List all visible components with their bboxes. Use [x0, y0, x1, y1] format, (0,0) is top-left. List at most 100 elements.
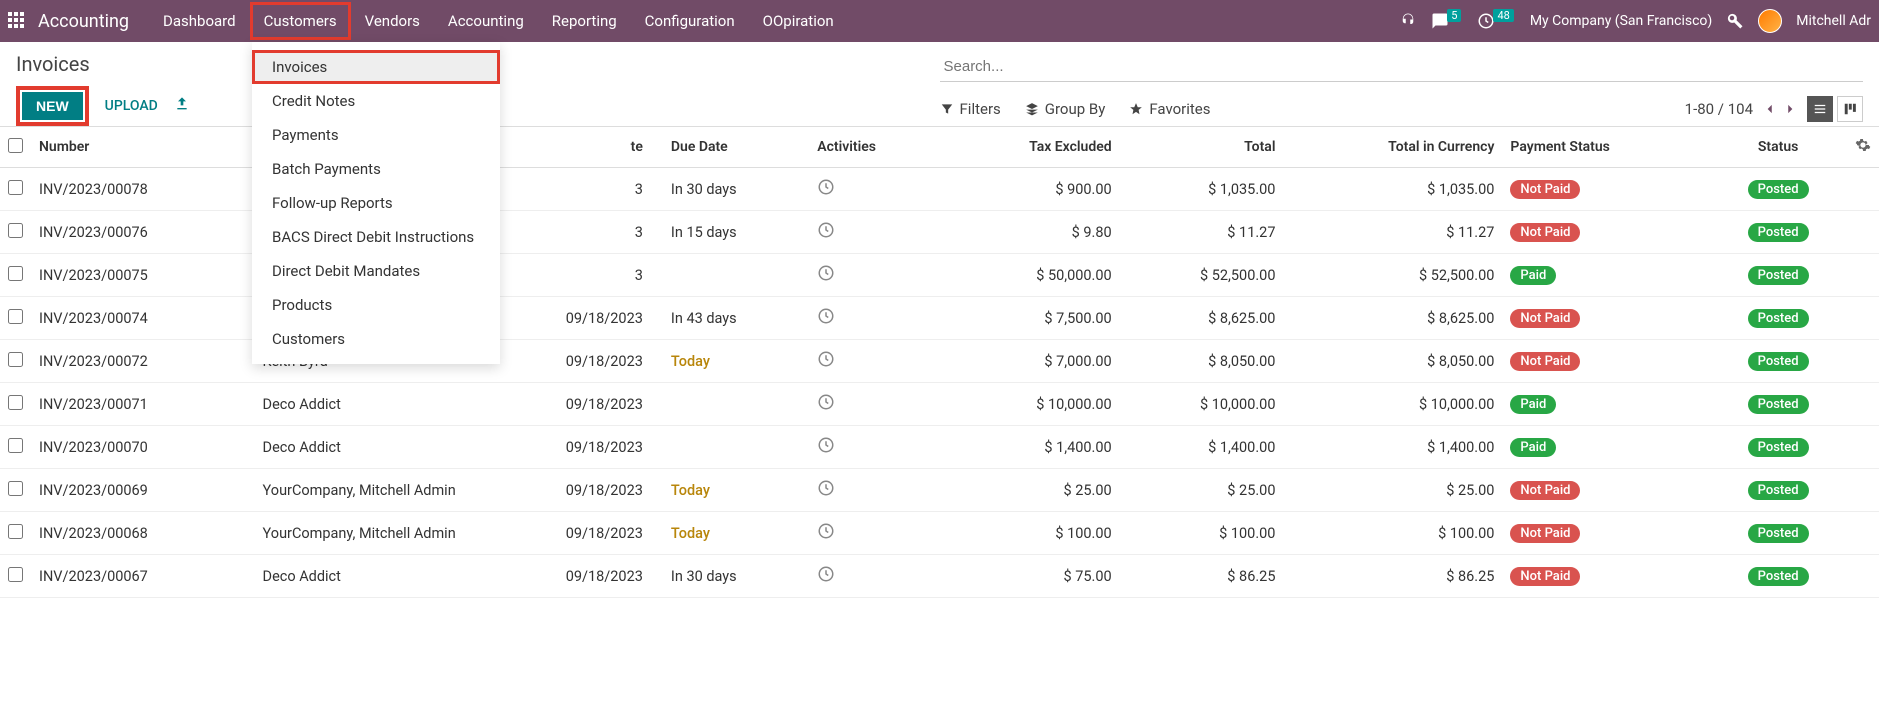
col-tax-excluded[interactable]: Tax Excluded [943, 127, 1120, 168]
col-total[interactable]: Total [1120, 127, 1284, 168]
activity-clock-icon [817, 479, 835, 497]
row-checkbox[interactable] [8, 309, 23, 324]
cell-activities[interactable] [809, 340, 943, 383]
cell-total-currency: $ 8,625.00 [1283, 297, 1502, 340]
cell-customer: Deco Addict [255, 383, 475, 426]
cell-total-currency: $ 52,500.00 [1283, 254, 1502, 297]
list-view-button[interactable] [1807, 96, 1833, 122]
kanban-view-button[interactable] [1837, 96, 1863, 122]
menu-customers[interactable]: Customers [250, 2, 351, 40]
row-checkbox[interactable] [8, 223, 23, 238]
payment-status-badge: Not Paid [1510, 524, 1580, 543]
menu-reporting[interactable]: Reporting [538, 2, 631, 40]
col-due-date[interactable]: Due Date [663, 127, 809, 168]
dropdown-dd-mandates[interactable]: Direct Debit Mandates [252, 254, 500, 288]
row-checkbox[interactable] [8, 524, 23, 539]
cell-status: Posted [1709, 555, 1847, 598]
app-brand[interactable]: Accounting [38, 11, 129, 32]
dropdown-bacs[interactable]: BACS Direct Debit Instructions [252, 220, 500, 254]
table-row[interactable]: INV/2023/00070 Deco Addict 09/18/2023 $ … [0, 426, 1879, 469]
col-invoice-date[interactable]: te [475, 127, 663, 168]
filters-button[interactable]: Filters [940, 100, 1001, 118]
payment-status-badge: Paid [1510, 438, 1556, 457]
payment-status-badge: Not Paid [1510, 309, 1580, 328]
company-selector[interactable]: My Company (San Francisco) [1530, 13, 1712, 29]
cell-activities[interactable] [809, 168, 943, 211]
activities-button[interactable]: 48 [1477, 12, 1515, 30]
payment-status-badge: Not Paid [1510, 180, 1580, 199]
favorites-button[interactable]: Favorites [1129, 100, 1210, 118]
payment-status-badge: Not Paid [1510, 567, 1580, 586]
status-badge: Posted [1748, 524, 1809, 543]
menu-configuration[interactable]: Configuration [631, 2, 749, 40]
filters-label: Filters [960, 100, 1001, 118]
cell-activities[interactable] [809, 512, 943, 555]
table-row[interactable]: INV/2023/00068 YourCompany, Mitchell Adm… [0, 512, 1879, 555]
menu-vendors[interactable]: Vendors [351, 2, 434, 40]
col-status[interactable]: Status [1709, 127, 1847, 168]
chevron-right-icon[interactable] [1783, 102, 1797, 116]
row-checkbox[interactable] [8, 352, 23, 367]
dropdown-customers[interactable]: Customers [252, 322, 500, 356]
select-all-checkbox[interactable] [8, 138, 23, 153]
cell-customer: Deco Addict [255, 555, 475, 598]
dropdown-batch-payments[interactable]: Batch Payments [252, 152, 500, 186]
apps-icon[interactable] [8, 12, 26, 30]
cell-activities[interactable] [809, 254, 943, 297]
table-row[interactable]: INV/2023/00071 Deco Addict 09/18/2023 $ … [0, 383, 1879, 426]
groupby-button[interactable]: Group By [1025, 100, 1106, 118]
dropdown-followup-reports[interactable]: Follow-up Reports [252, 186, 500, 220]
support-icon[interactable] [1399, 12, 1417, 30]
row-checkbox[interactable] [8, 567, 23, 582]
search-input[interactable] [940, 52, 1864, 82]
status-badge: Posted [1748, 567, 1809, 586]
table-row[interactable]: INV/2023/00067 Deco Addict 09/18/2023 In… [0, 555, 1879, 598]
cell-due-date: Today [663, 340, 809, 383]
table-row[interactable]: INV/2023/00069 YourCompany, Mitchell Adm… [0, 469, 1879, 512]
messages-button[interactable]: 5 [1431, 12, 1463, 30]
activity-clock-icon [817, 264, 835, 282]
row-checkbox[interactable] [8, 395, 23, 410]
cell-status: Posted [1709, 211, 1847, 254]
cell-payment-status: Paid [1502, 383, 1709, 426]
cell-tax-excluded: $ 900.00 [943, 168, 1120, 211]
upload-button[interactable]: UPLOAD [105, 98, 158, 114]
user-avatar[interactable] [1758, 9, 1782, 33]
row-checkbox[interactable] [8, 438, 23, 453]
chevron-left-icon[interactable] [1763, 102, 1777, 116]
col-number[interactable]: Number [31, 127, 255, 168]
col-total-currency[interactable]: Total in Currency [1283, 127, 1502, 168]
menu-dashboard[interactable]: Dashboard [149, 2, 250, 40]
menu-accounting[interactable]: Accounting [434, 2, 538, 40]
cell-status: Posted [1709, 512, 1847, 555]
dropdown-payments[interactable]: Payments [252, 118, 500, 152]
menu-oopiration[interactable]: OOpiration [749, 2, 848, 40]
columns-settings-icon[interactable] [1855, 137, 1871, 153]
cell-invoice-date: 09/18/2023 [475, 555, 663, 598]
user-name[interactable]: Mitchell Adr [1796, 13, 1871, 29]
cell-activities[interactable] [809, 383, 943, 426]
cell-tax-excluded: $ 50,000.00 [943, 254, 1120, 297]
tools-icon[interactable] [1726, 12, 1744, 30]
cell-activities[interactable] [809, 469, 943, 512]
cell-status: Posted [1709, 340, 1847, 383]
pager-text[interactable]: 1-80 / 104 [1685, 100, 1753, 118]
filter-icon [940, 102, 954, 116]
cell-activities[interactable] [809, 297, 943, 340]
upload-icon[interactable] [174, 96, 190, 116]
col-activities[interactable]: Activities [809, 127, 943, 168]
cell-activities[interactable] [809, 555, 943, 598]
new-button[interactable]: NEW [22, 92, 83, 120]
dropdown-credit-notes[interactable]: Credit Notes [252, 84, 500, 118]
cell-status: Posted [1709, 254, 1847, 297]
new-button-highlight: NEW [16, 86, 89, 126]
row-checkbox[interactable] [8, 266, 23, 281]
col-payment-status[interactable]: Payment Status [1502, 127, 1709, 168]
dropdown-products[interactable]: Products [252, 288, 500, 322]
dropdown-invoices[interactable]: Invoices [252, 50, 500, 84]
cell-tax-excluded: $ 25.00 [943, 469, 1120, 512]
cell-activities[interactable] [809, 426, 943, 469]
row-checkbox[interactable] [8, 481, 23, 496]
cell-activities[interactable] [809, 211, 943, 254]
row-checkbox[interactable] [8, 180, 23, 195]
